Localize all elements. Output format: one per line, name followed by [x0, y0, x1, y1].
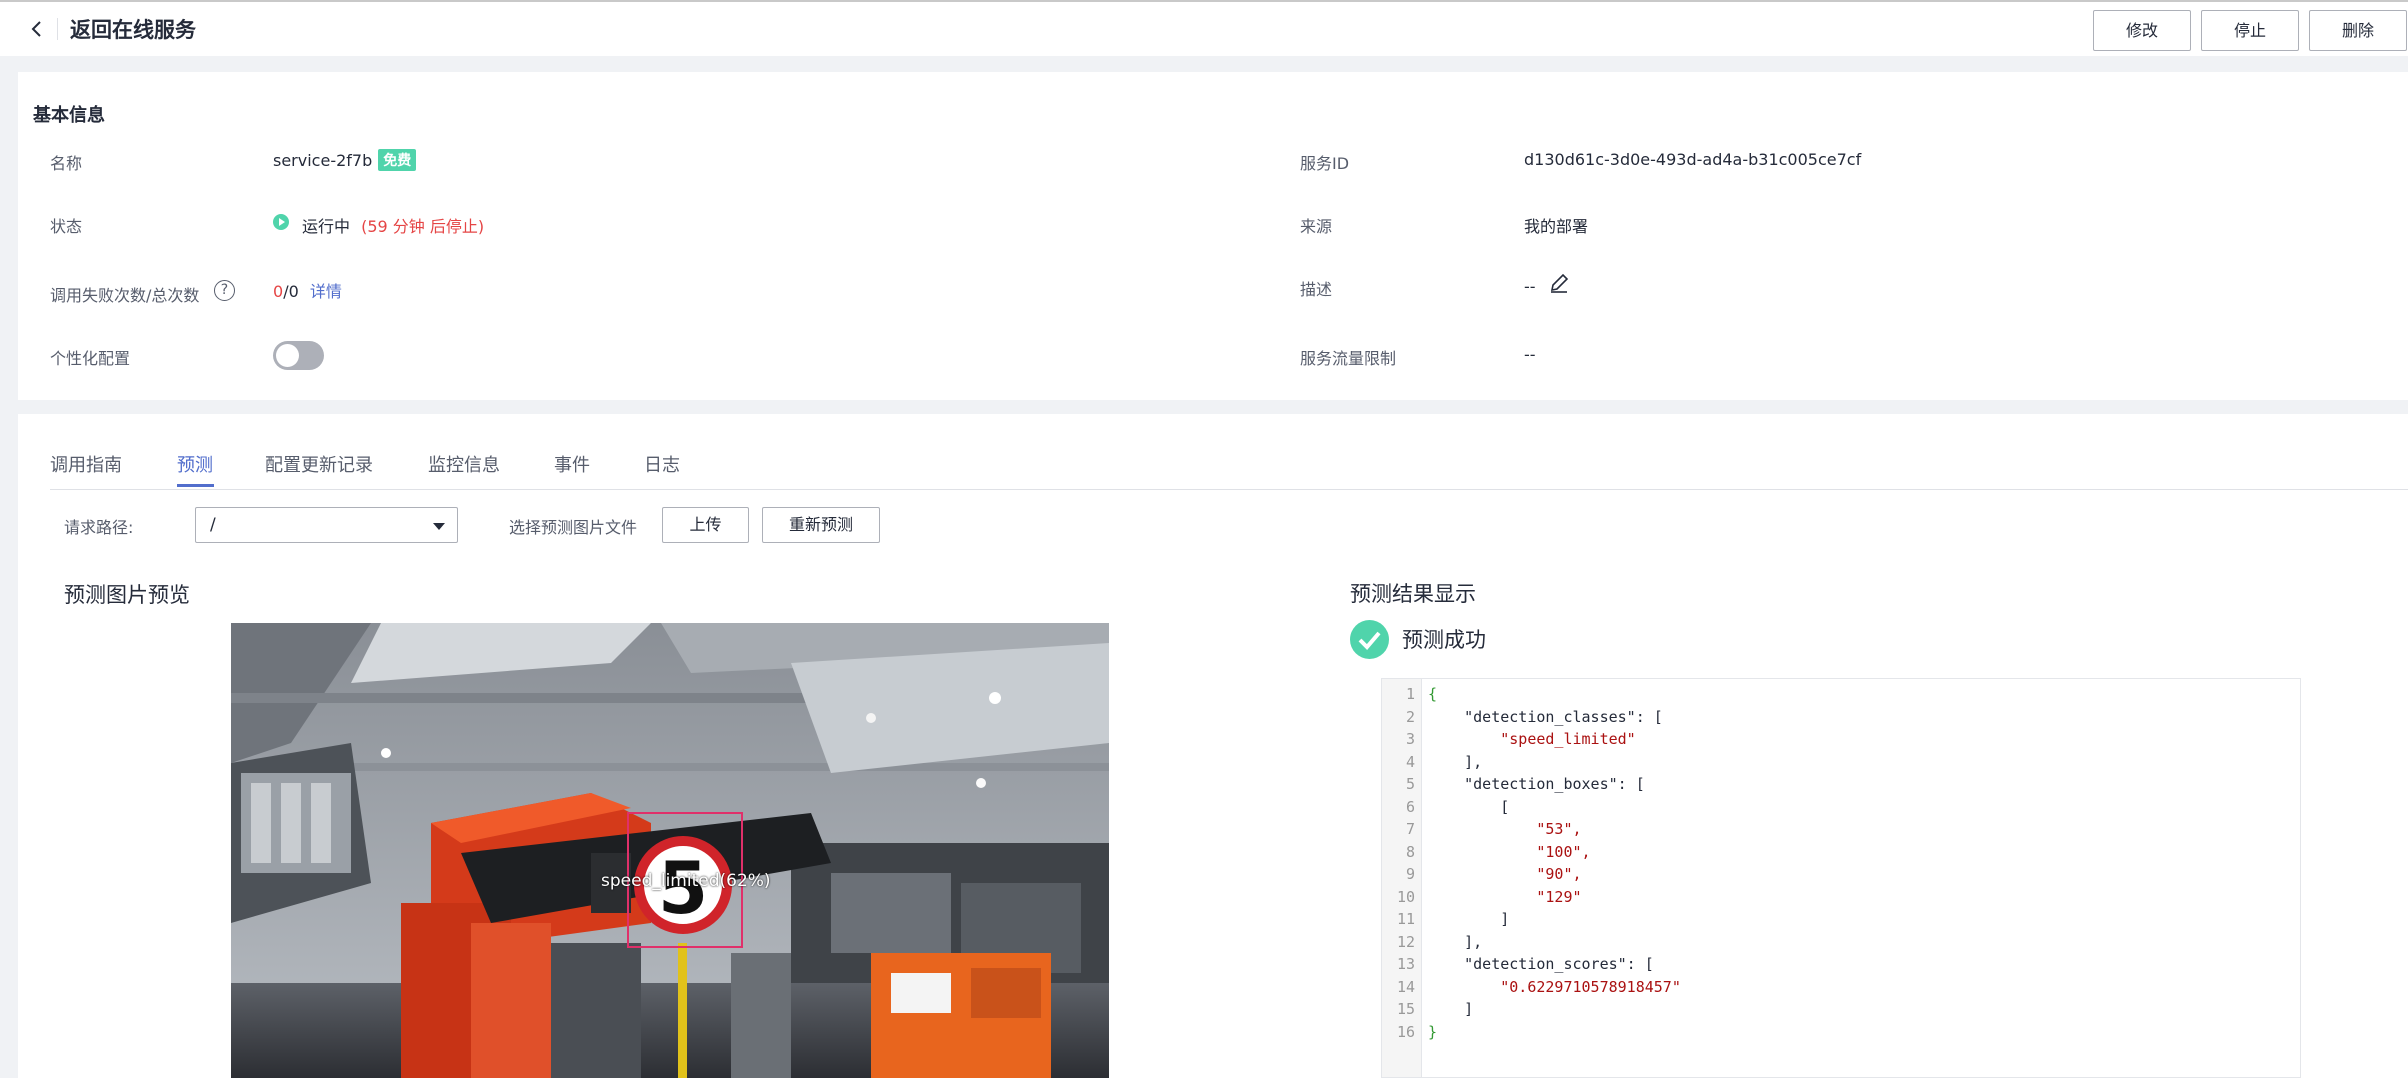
success-check-icon: [1350, 620, 1389, 659]
personal-config-toggle[interactable]: [273, 341, 324, 370]
status-value: 运行中 (59 分钟 后停止): [302, 213, 484, 237]
line-number: 1: [1405, 685, 1415, 703]
traffic-limit-label: 服务流量限制: [1300, 349, 1397, 368]
code-line: "129": [1428, 887, 1582, 906]
line-number: 15: [1396, 1000, 1415, 1018]
line-number: 8: [1405, 842, 1415, 861]
source-value: 我的部署: [1524, 217, 1589, 236]
line-number: 2: [1405, 707, 1415, 726]
path-select[interactable]: /: [195, 507, 458, 543]
chevron-down-icon: [433, 523, 445, 530]
tab-events[interactable]: 事件: [554, 451, 590, 477]
free-badge: 免费: [378, 149, 417, 171]
code-line: "90",: [1428, 865, 1582, 883]
repredict-button[interactable]: 重新预测: [762, 507, 880, 543]
header-divider: [57, 18, 58, 40]
tab-config-history[interactable]: 配置更新记录: [265, 451, 373, 477]
code-line: ]: [1428, 910, 1510, 928]
tab-logs[interactable]: 日志: [644, 451, 680, 477]
code-line: "0.6229710578918457": [1428, 977, 1681, 996]
name-label: 名称: [50, 154, 83, 173]
detection-label: speed_limited(62%): [601, 871, 771, 891]
line-number: 3: [1405, 730, 1415, 748]
tab-predict[interactable]: 预测: [177, 451, 213, 477]
line-number: 11: [1396, 910, 1415, 928]
code-line: "53",: [1428, 820, 1582, 838]
file-label: 选择预测图片文件: [509, 518, 638, 537]
page-title[interactable]: 返回在线服务: [70, 14, 196, 44]
back-icon[interactable]: [26, 16, 48, 42]
line-number: 14: [1396, 977, 1415, 996]
service-id-label: 服务ID: [1300, 154, 1350, 173]
active-tab-indicator: [177, 484, 214, 487]
page-header: 返回在线服务 修改 停止 删除: [0, 0, 2408, 56]
name-value: service-2f7b 免费: [273, 149, 417, 171]
help-icon[interactable]: ?: [214, 280, 235, 301]
status-text: 运行中: [302, 217, 351, 236]
code-line: "speed_limited": [1428, 730, 1636, 748]
basic-info-title: 基本信息: [33, 105, 105, 126]
tabs-divider: [50, 489, 2408, 490]
edit-icon[interactable]: [1548, 272, 1570, 294]
description-value: --: [1524, 277, 1536, 296]
code-line: ],: [1428, 752, 1483, 771]
calls-label: 调用失败次数/总次数: [50, 286, 200, 305]
line-number: 7: [1405, 820, 1415, 838]
line-number: 12: [1396, 932, 1415, 951]
line-number: 13: [1396, 955, 1415, 973]
line-number: 16: [1396, 1022, 1415, 1041]
result-code-viewer[interactable]: 1 2 3 4 5 6 7 8 9 10 11 12 13 14 15 16 {…: [1381, 678, 2301, 1078]
line-number: 6: [1405, 797, 1415, 816]
code-line: ],: [1428, 932, 1483, 951]
calls-value: 0/0 详情: [273, 278, 342, 302]
status-countdown: (59 分钟 后停止): [361, 217, 485, 236]
status-running-icon: [273, 214, 289, 230]
code-line: ]: [1428, 1000, 1474, 1018]
source-label: 来源: [1300, 217, 1333, 236]
personal-config-label: 个性化配置: [50, 349, 131, 368]
preview-title: 预测图片预览: [64, 583, 190, 607]
service-name: service-2f7b: [273, 151, 373, 170]
status-label: 状态: [50, 217, 83, 236]
line-number: 4: [1405, 752, 1415, 771]
code-line: "100",: [1428, 842, 1591, 861]
description-label: 描述: [1300, 280, 1333, 299]
code-line: [: [1428, 797, 1510, 816]
line-number-gutter: 1 2 3 4 5 6 7 8 9 10 11 12 13 14 15 16: [1382, 679, 1422, 1077]
result-title: 预测结果显示: [1350, 582, 1476, 606]
calls-total: /0: [283, 282, 299, 301]
code-line: "detection_classes": [: [1428, 707, 1663, 726]
path-select-value: /: [210, 515, 216, 535]
path-label: 请求路径:: [64, 518, 134, 537]
stop-button[interactable]: 停止: [2201, 10, 2299, 51]
modify-button[interactable]: 修改: [2093, 10, 2191, 51]
traffic-limit-value: --: [1524, 345, 1536, 364]
line-number: 10: [1396, 887, 1415, 906]
preview-image: 5 speed_limited(62%): [231, 623, 1109, 1078]
code-line: "detection_boxes": [: [1428, 775, 1645, 793]
calls-failed: 0: [273, 282, 284, 301]
factory-scene-image: 5: [231, 623, 1109, 1078]
tab-monitoring[interactable]: 监控信息: [428, 451, 500, 477]
code-line: "detection_scores": [: [1428, 955, 1654, 973]
upload-button[interactable]: 上传: [662, 507, 749, 543]
line-number: 9: [1405, 865, 1415, 883]
code-line: {: [1428, 685, 1438, 703]
service-id-value: d130d61c-3d0e-493d-ad4a-b31c005ce7cf: [1524, 150, 1862, 169]
tab-call-guide[interactable]: 调用指南: [50, 451, 122, 477]
success-text: 预测成功: [1402, 628, 1486, 652]
delete-button[interactable]: 删除: [2309, 10, 2407, 51]
code-line: }: [1428, 1022, 1438, 1041]
line-number: 5: [1405, 775, 1415, 793]
calls-detail-link[interactable]: 详情: [310, 282, 342, 301]
